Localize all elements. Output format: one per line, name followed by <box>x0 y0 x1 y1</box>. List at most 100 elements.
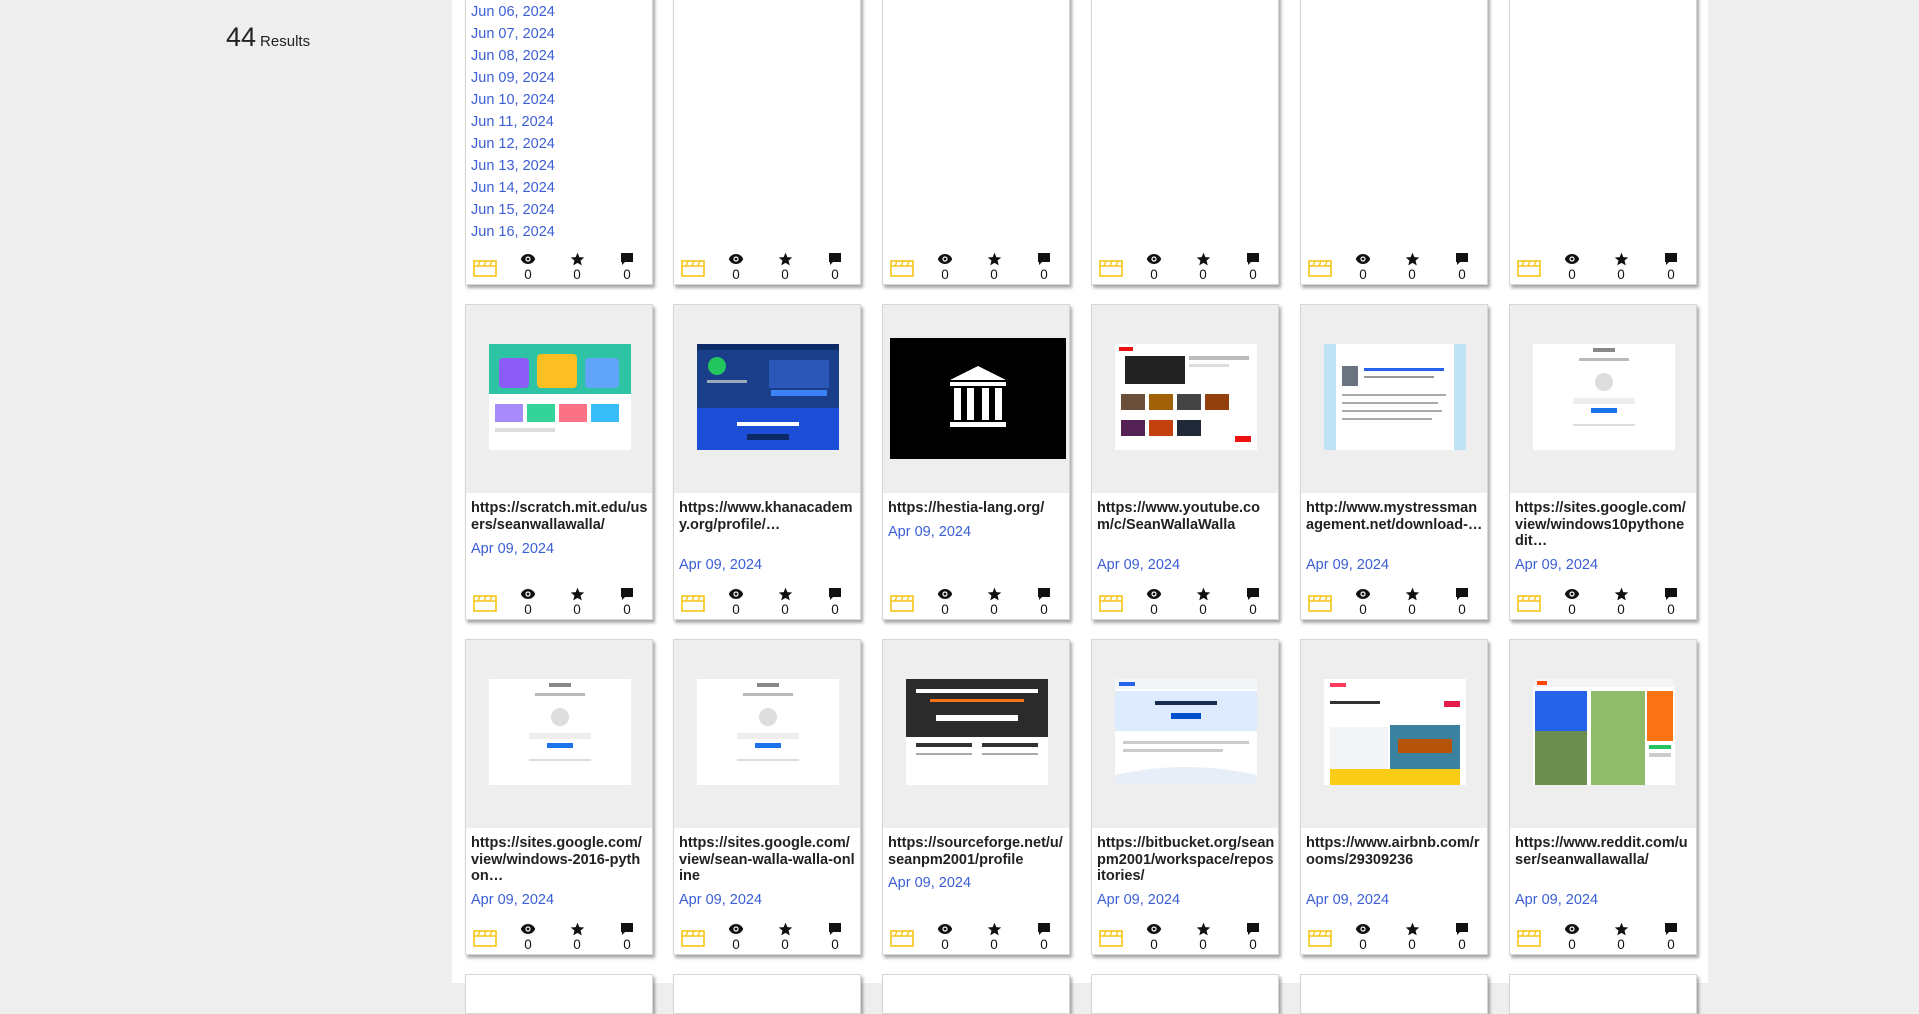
stars-stat[interactable]: 0 <box>984 252 1004 282</box>
card-date[interactable]: Apr 09, 2024 <box>679 892 762 908</box>
comments-stat[interactable]: 0 <box>617 587 637 617</box>
comments-stat[interactable]: 0 <box>617 252 637 282</box>
card-url[interactable]: https://scratch.mit.edu/users/seanwallaw… <box>471 500 649 533</box>
comments-stat[interactable]: 0 <box>1661 252 1681 282</box>
comment-icon[interactable] <box>1243 587 1263 601</box>
card-date[interactable]: Apr 09, 2024 <box>1306 892 1389 908</box>
card-thumbnail[interactable] <box>674 640 860 828</box>
card-url[interactable]: https://www.reddit.com/user/seanwallawal… <box>1515 835 1693 868</box>
card-url[interactable]: https://www.khanacademy.org/profile/… <box>679 500 857 533</box>
star-icon[interactable] <box>1402 252 1422 266</box>
star-icon[interactable] <box>775 252 795 266</box>
card-thumbnail[interactable] <box>1301 640 1487 828</box>
comments-stat[interactable]: 0 <box>1452 587 1472 617</box>
capture-date-link[interactable]: Jun 16, 2024 <box>471 221 555 243</box>
star-icon[interactable] <box>567 922 587 936</box>
comment-icon[interactable] <box>1661 587 1681 601</box>
result-card[interactable] <box>882 974 1070 1014</box>
comments-stat[interactable]: 0 <box>1452 252 1472 282</box>
capture-date-link[interactable]: Jun 14, 2024 <box>471 177 555 199</box>
card-thumbnail[interactable] <box>1301 305 1487 493</box>
comments-stat[interactable]: 0 <box>1243 587 1263 617</box>
star-icon[interactable] <box>1402 922 1422 936</box>
result-card[interactable]: http://www.mystressmanagement.net/downlo… <box>1300 304 1488 620</box>
star-icon[interactable] <box>984 252 1004 266</box>
card-date[interactable]: Apr 09, 2024 <box>471 892 554 908</box>
stars-stat[interactable]: 0 <box>1611 587 1631 617</box>
comment-icon[interactable] <box>617 252 637 266</box>
star-icon[interactable] <box>1611 922 1631 936</box>
result-card[interactable] <box>1091 974 1279 1014</box>
result-card[interactable]: https://www.reddit.com/user/seanwallawal… <box>1509 639 1697 955</box>
comments-stat[interactable]: 0 <box>1661 922 1681 952</box>
card-date[interactable]: Apr 09, 2024 <box>471 541 554 557</box>
stars-stat[interactable]: 0 <box>567 252 587 282</box>
star-icon[interactable] <box>984 922 1004 936</box>
result-card[interactable]: 0 0 0 <box>1509 0 1697 285</box>
comment-icon[interactable] <box>1034 922 1054 936</box>
result-card[interactable]: Jun 06, 2024 Jun 07, 2024 Jun 08, 2024 J… <box>465 0 653 285</box>
card-date[interactable]: Apr 09, 2024 <box>888 524 971 540</box>
comment-icon[interactable] <box>825 587 845 601</box>
comment-icon[interactable] <box>1034 252 1054 266</box>
stars-stat[interactable]: 0 <box>984 587 1004 617</box>
stars-stat[interactable]: 0 <box>1402 587 1422 617</box>
comment-icon[interactable] <box>825 252 845 266</box>
card-url[interactable]: http://www.mystressmanagement.net/downlo… <box>1306 500 1484 533</box>
star-icon[interactable] <box>775 587 795 601</box>
card-url[interactable]: https://sites.google.com/view/windows10p… <box>1515 500 1693 550</box>
card-thumbnail[interactable] <box>883 640 1069 828</box>
result-card[interactable] <box>1509 974 1697 1014</box>
card-url[interactable]: https://www.airbnb.com/rooms/29309236 <box>1306 835 1484 868</box>
card-thumbnail[interactable] <box>1092 305 1278 493</box>
result-card[interactable]: 0 0 0 <box>1091 0 1279 285</box>
card-url[interactable]: https://sites.google.com/view/sean-walla… <box>679 835 857 885</box>
comments-stat[interactable]: 0 <box>825 922 845 952</box>
stars-stat[interactable]: 0 <box>567 922 587 952</box>
comment-icon[interactable] <box>617 922 637 936</box>
card-thumbnail[interactable] <box>1510 305 1696 493</box>
comments-stat[interactable]: 0 <box>1661 587 1681 617</box>
result-card[interactable]: https://bitbucket.org/seanpm2001/workspa… <box>1091 639 1279 955</box>
star-icon[interactable] <box>1402 587 1422 601</box>
stars-stat[interactable]: 0 <box>1193 587 1213 617</box>
stars-stat[interactable]: 0 <box>775 587 795 617</box>
card-thumbnail[interactable] <box>674 305 860 493</box>
comment-icon[interactable] <box>1452 922 1472 936</box>
comment-icon[interactable] <box>1661 922 1681 936</box>
card-date[interactable]: Apr 09, 2024 <box>1097 892 1180 908</box>
result-card[interactable]: https://sites.google.com/view/windows10p… <box>1509 304 1697 620</box>
comments-stat[interactable]: 0 <box>617 922 637 952</box>
capture-date-link[interactable]: Jun 10, 2024 <box>471 89 555 111</box>
card-url[interactable]: https://sites.google.com/view/windows-20… <box>471 835 649 885</box>
stars-stat[interactable]: 0 <box>567 587 587 617</box>
result-card[interactable] <box>465 974 653 1014</box>
card-date[interactable]: Apr 09, 2024 <box>1306 557 1389 573</box>
card-date[interactable]: Apr 09, 2024 <box>1515 892 1598 908</box>
stars-stat[interactable]: 0 <box>1402 252 1422 282</box>
stars-stat[interactable]: 0 <box>1193 922 1213 952</box>
card-url[interactable]: https://sourceforge.net/u/seanpm2001/pro… <box>888 835 1066 868</box>
comment-icon[interactable] <box>1243 252 1263 266</box>
stars-stat[interactable]: 0 <box>1611 922 1631 952</box>
comments-stat[interactable]: 0 <box>825 252 845 282</box>
capture-date-link[interactable]: Jun 11, 2024 <box>471 111 555 133</box>
result-card[interactable]: https://sites.google.com/view/windows-20… <box>465 639 653 955</box>
result-card[interactable]: https://scratch.mit.edu/users/seanwallaw… <box>465 304 653 620</box>
comment-icon[interactable] <box>1452 587 1472 601</box>
capture-date-link[interactable]: Jun 09, 2024 <box>471 67 555 89</box>
result-card[interactable] <box>673 974 861 1014</box>
stars-stat[interactable]: 0 <box>1611 252 1631 282</box>
card-date[interactable]: Apr 09, 2024 <box>679 557 762 573</box>
result-card[interactable]: https://sourceforge.net/u/seanpm2001/pro… <box>882 639 1070 955</box>
star-icon[interactable] <box>567 252 587 266</box>
result-card[interactable]: https://sites.google.com/view/sean-walla… <box>673 639 861 955</box>
result-card[interactable]: 0 0 0 <box>882 0 1070 285</box>
result-card[interactable]: https://www.khanacademy.org/profile/… Ap… <box>673 304 861 620</box>
stars-stat[interactable]: 0 <box>984 922 1004 952</box>
star-icon[interactable] <box>1193 587 1213 601</box>
result-card[interactable]: https://hestia-lang.org/ Apr 09, 2024 00… <box>882 304 1070 620</box>
star-icon[interactable] <box>567 587 587 601</box>
star-icon[interactable] <box>984 587 1004 601</box>
capture-date-link[interactable]: Jun 08, 2024 <box>471 45 555 67</box>
